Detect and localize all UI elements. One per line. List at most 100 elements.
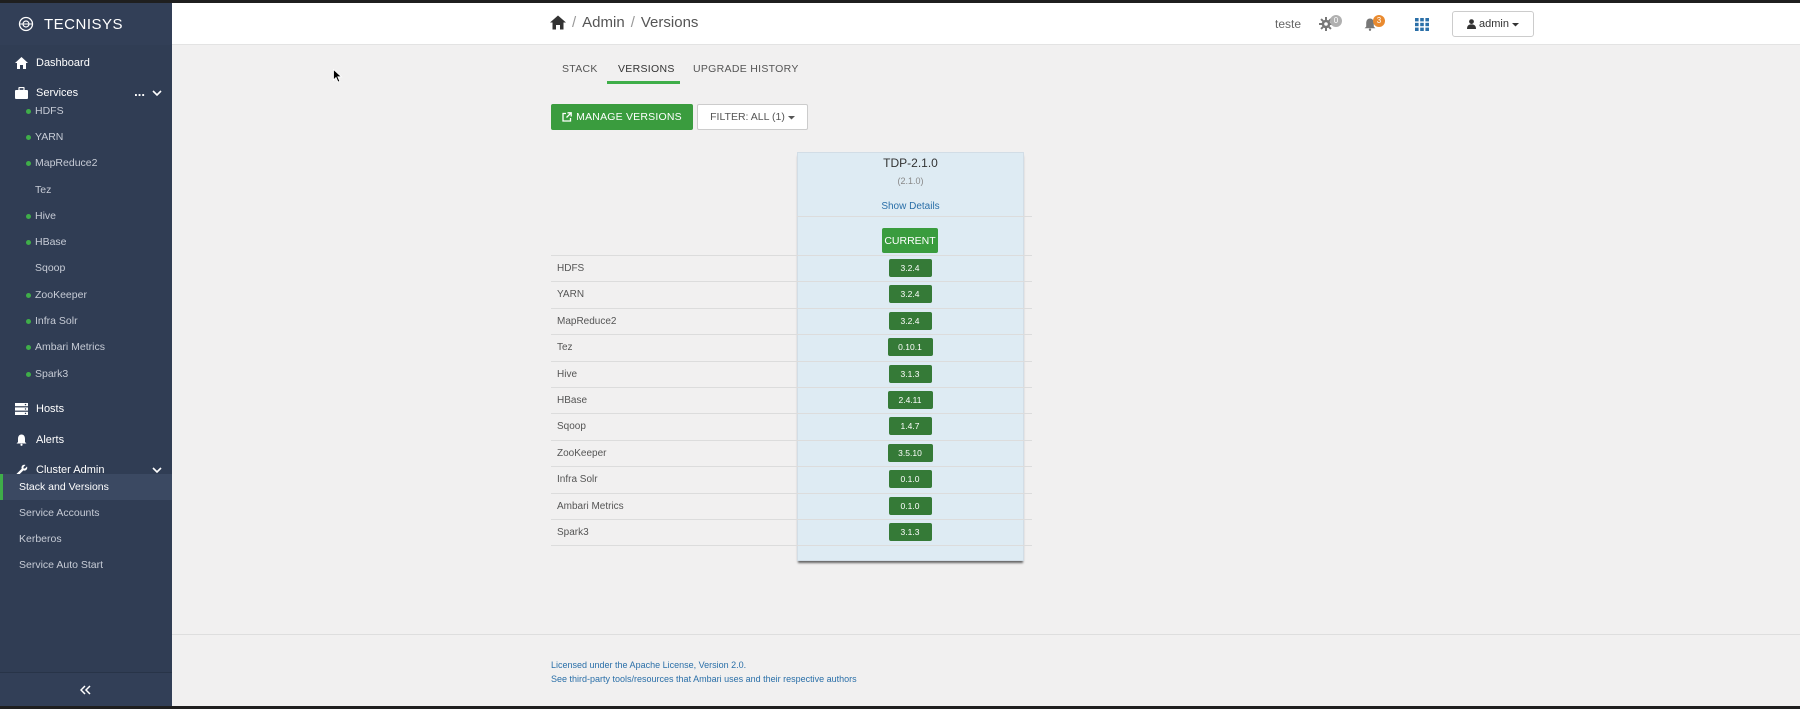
component-name: HBase bbox=[557, 395, 588, 406]
component-version-badge[interactable]: 3.2.4 bbox=[888, 285, 932, 304]
row-divider bbox=[551, 545, 1032, 547]
sidebar-service-label: MapReduce2 bbox=[35, 157, 98, 169]
user-icon bbox=[1467, 19, 1477, 29]
status-dot bbox=[26, 371, 31, 377]
component-version-badge[interactable]: 3.2.4 bbox=[888, 311, 932, 330]
row-divider bbox=[551, 281, 1032, 283]
brand-name: TECNISYS bbox=[44, 15, 124, 33]
sidebar-service-label: YARN bbox=[35, 131, 64, 143]
sidebar-item-alerts[interactable]: Alerts bbox=[0, 427, 172, 453]
component-name: MapReduce2 bbox=[557, 315, 617, 327]
row-divider bbox=[551, 413, 1032, 415]
component-version-badge[interactable]: 1.4.7 bbox=[888, 417, 932, 436]
component-version-badge[interactable]: 0.1.0 bbox=[888, 496, 932, 515]
component-version-badge[interactable]: 0.1.0 bbox=[888, 470, 932, 489]
background-ops-button[interactable]: 0 bbox=[1319, 3, 1342, 45]
row-divider bbox=[551, 519, 1032, 520]
sidebar-service-item[interactable]: Spark3 bbox=[26, 365, 68, 383]
status-dot bbox=[26, 239, 31, 245]
version-number: (2.1.0) bbox=[897, 176, 924, 186]
sidebar-service-item[interactable]: Tez bbox=[26, 181, 51, 199]
component-name: Tez bbox=[557, 342, 573, 354]
component-version-badge[interactable]: 2.4.11 bbox=[887, 391, 933, 409]
sidebar-service-item[interactable]: Hive bbox=[26, 207, 56, 225]
services-menu-button[interactable]: ... bbox=[134, 84, 145, 99]
home-icon[interactable] bbox=[550, 15, 566, 30]
sidebar-service-label: ZooKeeper bbox=[35, 289, 87, 301]
ops-count-badge: 0 bbox=[1330, 15, 1342, 27]
status-dot bbox=[26, 292, 31, 298]
component-version-badge[interactable]: 3.5.10 bbox=[887, 443, 933, 462]
sidebar-subitem[interactable]: Service Auto Start bbox=[0, 552, 172, 578]
grid-icon bbox=[1415, 17, 1429, 31]
current-status-button[interactable]: CURRENT bbox=[882, 228, 938, 253]
sidebar-service-label: Tez bbox=[35, 184, 52, 196]
sidebar-service-label: Ambari Metrics bbox=[35, 341, 106, 353]
apps-grid-button[interactable] bbox=[1415, 3, 1429, 45]
divider bbox=[797, 216, 1032, 217]
row-divider bbox=[551, 360, 1032, 362]
breadcrumb-admin[interactable]: Admin bbox=[582, 14, 625, 31]
manage-versions-label: MANAGE VERSIONS bbox=[576, 111, 682, 123]
sidebar-service-item[interactable]: MapReduce2 bbox=[26, 154, 97, 172]
sidebar-service-item[interactable]: HDFS bbox=[26, 102, 64, 120]
breadcrumb-versions: Versions bbox=[640, 14, 699, 31]
component-version-badge[interactable]: 3.1.3 bbox=[888, 523, 932, 541]
row-divider bbox=[551, 334, 1032, 336]
component-version-badge[interactable]: 3.1.3 bbox=[888, 364, 932, 383]
user-menu-button[interactable]: admin bbox=[1452, 11, 1534, 37]
sidebar-subitem[interactable]: Stack and Versions bbox=[0, 474, 172, 500]
license-link[interactable]: Licensed under the Apache License, Versi… bbox=[551, 660, 746, 670]
component-name: Sqoop bbox=[557, 421, 586, 433]
component-name: Ambari Metrics bbox=[557, 500, 624, 512]
sidebar-subitem[interactable]: Service Accounts bbox=[0, 500, 172, 526]
breadcrumb: / Admin / Versions bbox=[550, 14, 698, 31]
briefcase-icon bbox=[14, 86, 28, 100]
mouse-cursor-icon bbox=[333, 69, 343, 83]
status-dot bbox=[26, 108, 31, 114]
third-party-link[interactable]: See third-party tools/resources that Amb… bbox=[551, 674, 857, 684]
brand[interactable]: TECNISYS bbox=[0, 3, 172, 45]
component-version-badge[interactable]: 3.2.4 bbox=[888, 259, 932, 277]
status-dot bbox=[26, 318, 31, 324]
sidebar-item-dashboard[interactable]: Dashboard bbox=[0, 50, 172, 76]
sidebar-subitem[interactable]: Kerberos bbox=[0, 526, 172, 552]
sidebar-service-item[interactable]: Ambari Metrics bbox=[26, 338, 105, 356]
version-name: TDP-2.1.0 bbox=[883, 156, 938, 170]
status-dot bbox=[26, 160, 31, 166]
row-divider bbox=[551, 387, 1032, 388]
bell-icon bbox=[14, 433, 28, 447]
status-dot bbox=[26, 266, 31, 271]
sidebar-service-item[interactable]: ZooKeeper bbox=[26, 286, 87, 304]
collapse-sidebar-button[interactable] bbox=[0, 672, 172, 706]
row-divider bbox=[551, 307, 1032, 309]
footer-divider bbox=[172, 634, 1800, 635]
row-divider bbox=[551, 255, 1032, 256]
component-name: Infra Solr bbox=[557, 474, 598, 486]
sidebar-service-label: Sqoop bbox=[35, 262, 66, 274]
status-dot bbox=[26, 134, 31, 140]
component-name: YARN bbox=[557, 289, 585, 301]
filter-label: FILTER: ALL (1) bbox=[710, 111, 785, 123]
alerts-button[interactable]: 3 bbox=[1364, 3, 1385, 45]
component-name: Spark3 bbox=[557, 527, 589, 538]
sidebar-item-hosts[interactable]: Hosts bbox=[0, 396, 172, 422]
component-version-badge[interactable]: 0.10.1 bbox=[887, 338, 933, 357]
row-divider bbox=[551, 492, 1032, 494]
breadcrumb-separator: / bbox=[572, 14, 577, 31]
tab-versions[interactable]: VERSIONS bbox=[618, 63, 675, 75]
active-tab-indicator bbox=[607, 81, 680, 84]
sidebar-service-label: Hive bbox=[35, 210, 57, 222]
sidebar-service-item[interactable]: Sqoop bbox=[26, 259, 65, 277]
sidebar-item-label: Dashboard bbox=[36, 57, 90, 69]
show-details-link[interactable]: Show Details bbox=[797, 201, 1024, 212]
cluster-name: teste bbox=[1275, 17, 1302, 31]
filter-dropdown[interactable]: FILTER: ALL (1) bbox=[697, 104, 808, 130]
chevron-down-icon[interactable] bbox=[151, 87, 163, 99]
sidebar-service-item[interactable]: HBase bbox=[26, 233, 67, 251]
sidebar-service-item[interactable]: YARN bbox=[26, 128, 63, 146]
tab-upgrade-history[interactable]: UPGRADE HISTORY bbox=[693, 63, 799, 75]
manage-versions-button[interactable]: MANAGE VERSIONS bbox=[551, 104, 693, 130]
sidebar-service-item[interactable]: Infra Solr bbox=[26, 312, 78, 330]
tab-stack[interactable]: STACK bbox=[562, 63, 598, 75]
